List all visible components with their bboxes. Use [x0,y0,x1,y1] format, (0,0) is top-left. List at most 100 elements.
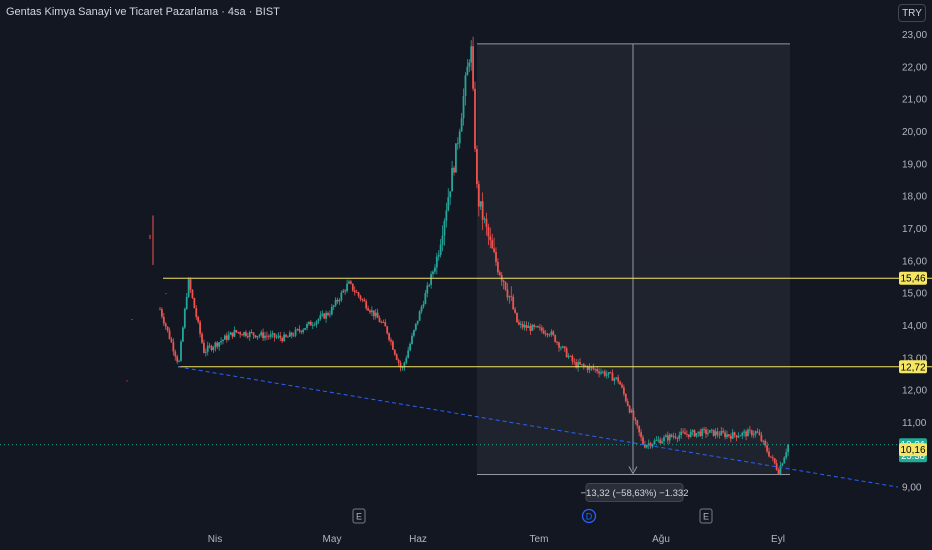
candle [434,264,436,275]
candle [185,292,188,310]
candle [178,359,180,363]
candle [441,225,444,252]
candle [422,300,425,309]
svg-text:10,16: 10,16 [900,445,925,456]
earnings-marker[interactable]: E [352,508,366,524]
candle [428,283,431,288]
candle [466,59,469,76]
candle [292,332,295,337]
candle [393,349,396,356]
candle [210,344,213,352]
candle [306,322,308,331]
candle [455,143,457,173]
candle [183,307,186,330]
candle [351,283,354,292]
candle [340,290,343,303]
svg-text:−13,32 (−58,63%) −1.332: −13,32 (−58,63%) −1.332 [580,488,688,499]
candle [447,188,450,212]
candle [166,326,169,333]
candle [283,331,285,342]
dividend-marker[interactable]: D [581,508,597,524]
candle [227,331,230,341]
candle [458,128,461,149]
candle [264,331,266,342]
candle [206,341,209,356]
candle [315,320,318,328]
candle [182,326,184,343]
candle [445,202,448,228]
candle [374,309,377,320]
candle [476,145,478,189]
candle [342,288,345,293]
candle [170,336,173,343]
candle [212,345,215,353]
candle [472,36,474,92]
candle [296,328,299,332]
candle [361,298,364,303]
candle [430,271,432,289]
candle [369,309,371,315]
price-label: 15,46 [899,271,927,285]
svg-text:12,72: 12,72 [900,362,925,373]
candle [287,335,289,338]
candle [460,112,463,132]
candle [357,291,360,298]
candle [334,297,337,307]
y-tick-label: 19,00 [902,159,927,170]
candle [162,312,165,326]
candle [468,59,471,73]
candle [172,338,175,356]
candle [218,341,221,351]
candle [245,330,247,338]
candle [350,280,352,285]
candle [372,310,375,320]
measure-label: −13,32 (−58,63%) −1.332 [580,482,689,502]
y-tick-label: 21,00 [902,95,927,106]
price-label: 12,72 [899,360,927,374]
candle [262,328,264,341]
candle [168,327,171,340]
price-chart[interactable]: 9,0010,0011,0012,0013,0014,0015,0016,001… [0,0,932,550]
candle [424,290,427,305]
candle [174,349,177,361]
candle [239,331,242,338]
candle [432,270,434,278]
x-tick-label: May [323,534,342,545]
candle [462,88,465,126]
candle [411,332,413,345]
candle [164,322,167,330]
candle [388,332,390,342]
candle [279,331,282,342]
candle [214,341,217,352]
candle [161,307,163,319]
candle [266,331,268,341]
candle [365,299,368,311]
candle [235,329,238,334]
candle [437,250,440,261]
earnings-marker[interactable]: E [699,508,713,524]
candle [281,336,284,344]
candle [376,308,379,319]
candle [386,325,389,335]
y-tick-label: 16,00 [902,256,927,267]
candle [416,320,419,326]
candle [248,330,251,341]
y-tick-label: 11,00 [902,418,927,429]
candle [233,326,236,338]
candle [378,315,381,323]
candle [451,160,453,192]
y-tick-label: 12,00 [902,386,927,397]
candle [317,318,320,324]
candle [330,303,333,316]
candle [285,333,287,338]
candle [332,304,335,311]
candle [435,252,438,275]
candle [231,332,234,339]
candle [392,340,394,351]
candle [298,325,301,334]
candle [325,310,327,323]
x-tick-label: Haz [409,534,427,545]
candle [246,332,249,339]
svg-text:E: E [703,512,709,522]
candle [395,353,398,361]
